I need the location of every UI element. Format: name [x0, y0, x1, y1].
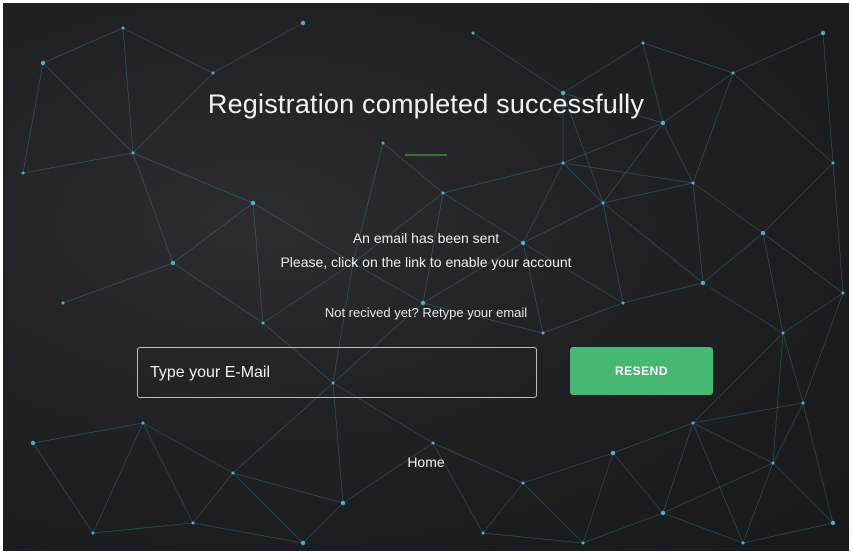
resend-button[interactable]: RESEND: [570, 347, 713, 395]
resend-hint: Not recived yet? Retype your email: [324, 305, 528, 320]
title-divider: [405, 154, 447, 156]
home-link[interactable]: Home: [407, 454, 444, 470]
registration-success-page: Registration completed successfully An e…: [3, 3, 849, 551]
email-input[interactable]: [137, 347, 537, 398]
home-link-row: Home: [3, 454, 849, 470]
activation-instruction: Please, click on the link to enable your…: [280, 254, 572, 270]
page-title: Registration completed successfully: [207, 89, 645, 119]
email-sent-message: An email has been sent: [352, 230, 500, 246]
